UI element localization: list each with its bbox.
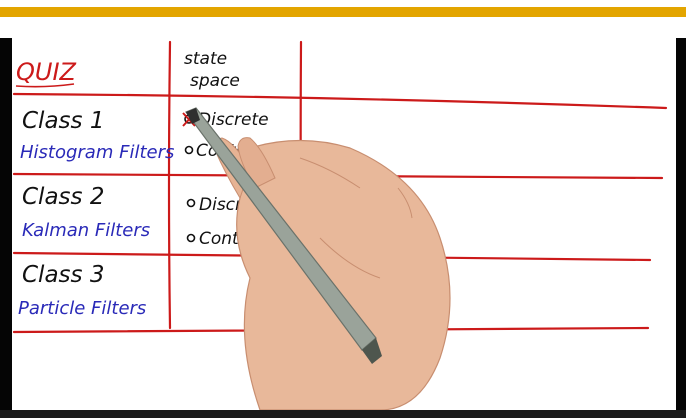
video-frame-left-border <box>0 38 12 410</box>
grid-line-v1 <box>167 40 172 330</box>
class-label: Class 2 <box>22 184 104 210</box>
filter-name: Particle Filters <box>18 298 146 319</box>
radio-option-continuous-icon[interactable] <box>184 145 194 155</box>
accent-bar <box>0 7 686 17</box>
video-frame[interactable]: QUIZ state space Class 1 Histogram Filte… <box>0 38 686 410</box>
column-header-line1: state <box>184 49 227 69</box>
filter-name: Kalman Filters <box>22 220 150 241</box>
column-header-line2: space <box>190 71 240 91</box>
top-strip <box>0 0 686 36</box>
radio-option-discrete-icon[interactable] <box>186 198 196 208</box>
quiz-title: QUIZ <box>16 58 77 86</box>
class-label: Class 1 <box>22 108 104 134</box>
class-label: Class 3 <box>22 262 104 288</box>
player-controls-strip[interactable] <box>0 410 686 418</box>
filter-name: Histogram Filters <box>20 142 174 163</box>
radio-option-continuous-icon[interactable] <box>186 233 196 243</box>
grid-line-h1 <box>12 92 668 110</box>
whiteboard-canvas: QUIZ state space Class 1 Histogram Filte… <box>12 40 668 410</box>
video-frame-right-border <box>676 38 686 410</box>
